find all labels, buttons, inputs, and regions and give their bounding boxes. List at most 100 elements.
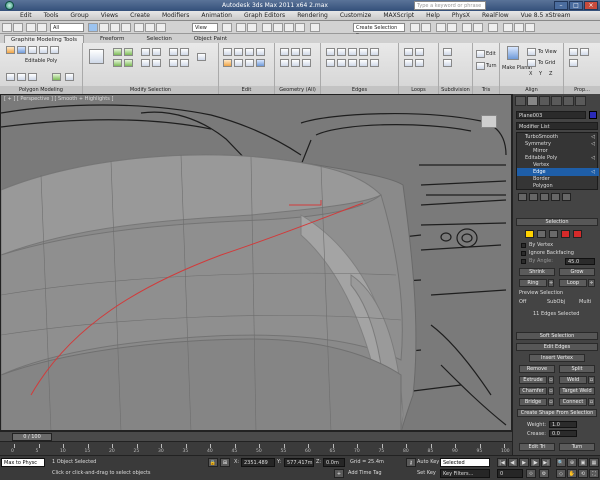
create-tab-icon[interactable]: [515, 96, 526, 106]
spin-edge-icon[interactable]: [359, 59, 368, 67]
edge-remove-icon[interactable]: [326, 59, 335, 67]
set-flow-icon[interactable]: [415, 59, 424, 67]
track-bar[interactable]: 0 5 10 15 20 25 30 35 40 45 50 55 60 65 70 75 80 85 90 95 10…: [0, 441, 512, 455]
align-z-button[interactable]: Z: [549, 71, 552, 77]
create-icon[interactable]: [291, 48, 300, 56]
align-icon[interactable]: [421, 23, 431, 32]
zoom-extents-icon[interactable]: ▣: [578, 458, 588, 467]
percent-snap-icon[interactable]: [284, 23, 294, 32]
pivot-icon[interactable]: [222, 23, 232, 32]
show-end-result-icon[interactable]: [17, 73, 26, 81]
redo-icon[interactable]: [13, 23, 23, 32]
bridge-settings-icon[interactable]: ▫: [548, 398, 554, 406]
toggle-command-panel-icon[interactable]: [65, 73, 74, 81]
by-vertex-checkbox[interactable]: [521, 243, 526, 248]
graphite-toggle-icon[interactable]: [447, 23, 457, 32]
target-weld-button[interactable]: Target Weld: [559, 387, 595, 395]
menu-vue[interactable]: Vue 8.5 xStream: [521, 12, 571, 19]
remove-loop-icon[interactable]: [404, 59, 413, 67]
time-slider-handle[interactable]: 0 / 100: [12, 433, 52, 441]
viewport-label[interactable]: [ + ] [ Perspective ] [ Smooth + Highlig…: [4, 96, 113, 102]
menu-edit[interactable]: Edit: [20, 12, 32, 19]
unlink-icon[interactable]: [37, 23, 47, 32]
absolute-mode-icon[interactable]: ⊞: [220, 458, 230, 467]
curve-editor-icon[interactable]: [462, 23, 472, 32]
connect-button[interactable]: Connect: [559, 398, 587, 406]
layer-manager-icon[interactable]: [436, 23, 446, 32]
hard-icon[interactable]: [569, 48, 578, 56]
shrink-button[interactable]: Shrink: [519, 268, 555, 276]
extrude-button[interactable]: Extrude: [519, 376, 547, 384]
pin-stack-icon[interactable]: [518, 193, 527, 201]
edit-tris-icon[interactable]: [476, 50, 485, 58]
x-coord-field[interactable]: 2351.489: [241, 458, 275, 467]
ring-select-icon[interactable]: [113, 48, 122, 56]
loop-button[interactable]: Loop: [559, 279, 587, 287]
stack-item-polygon[interactable]: Polygon: [517, 182, 599, 190]
motion-tab-icon[interactable]: [551, 96, 562, 106]
loop-grow-icon[interactable]: [124, 59, 133, 67]
element-subobject-icon[interactable]: [573, 230, 582, 238]
render-setup-icon[interactable]: [503, 23, 513, 32]
modify-selection-label[interactable]: Modify Selection: [83, 86, 218, 94]
create-shape-button[interactable]: Create Shape From Selection: [517, 409, 597, 417]
make-unique-icon[interactable]: [540, 193, 549, 201]
detach-icon[interactable]: [280, 59, 289, 67]
show-end-result-icon[interactable]: [529, 193, 538, 201]
chamfer-button[interactable]: Chamfer: [519, 387, 547, 395]
selection-rollout-header[interactable]: Selection: [516, 218, 598, 226]
make-planar-icon[interactable]: [507, 46, 519, 60]
orbit-icon[interactable]: ⟲: [578, 469, 588, 478]
window-crossing-icon[interactable]: [121, 23, 131, 32]
insert-vertex-button[interactable]: Insert Vertex: [529, 354, 585, 362]
edge-extrude-icon[interactable]: [326, 48, 335, 56]
rect-selection-icon[interactable]: [110, 23, 120, 32]
to-view-icon[interactable]: [527, 48, 536, 56]
dot-ring-icon[interactable]: [152, 59, 161, 67]
step-loop-icon[interactable]: [180, 59, 189, 67]
z-coord-field[interactable]: 0.0m: [323, 458, 345, 467]
edge-connect-icon[interactable]: [348, 59, 357, 67]
relax-icon[interactable]: [280, 48, 289, 56]
viewcube-icon[interactable]: [481, 115, 497, 128]
smooth-30-icon[interactable]: [569, 59, 578, 67]
next-frame-icon[interactable]: |▶: [530, 458, 540, 467]
create-shape-icon[interactable]: [370, 59, 379, 67]
ring-button[interactable]: Ring: [519, 279, 547, 287]
time-config-icon[interactable]: ⚙: [539, 469, 549, 478]
vertex-subobject-icon[interactable]: [525, 230, 534, 238]
key-filters-button[interactable]: Key Filters...: [440, 469, 490, 478]
rotate-icon[interactable]: [145, 23, 155, 32]
maxscript-listener-field[interactable]: Max to Physc: [1, 458, 45, 467]
use-stack-icon[interactable]: [6, 73, 15, 81]
weld-settings-icon[interactable]: ▫: [588, 376, 595, 384]
geometry-label[interactable]: Geometry (All): [275, 86, 320, 94]
by-angle-spinner[interactable]: 45.0: [565, 258, 595, 265]
crease-spinner[interactable]: 0.0: [549, 430, 577, 437]
schematic-view-icon[interactable]: [473, 23, 483, 32]
remove-button[interactable]: Remove: [519, 365, 555, 373]
ring-spinner[interactable]: ÷: [548, 279, 554, 287]
target-weld-icon[interactable]: [359, 48, 368, 56]
loop-spinner[interactable]: ÷: [588, 279, 595, 287]
selection-filter-dropdown[interactable]: All: [50, 23, 84, 32]
turn-button[interactable]: Turn: [559, 443, 595, 451]
split-button[interactable]: Split: [559, 365, 595, 373]
edit-tri-button[interactable]: Edit Tri: [519, 443, 555, 451]
set-key-button[interactable]: Set Key: [417, 470, 436, 476]
extrude-settings-icon[interactable]: ▫: [548, 376, 554, 384]
close-button[interactable]: ×: [584, 1, 598, 10]
menu-animation[interactable]: Animation: [201, 12, 232, 19]
swiftloop-icon[interactable]: [245, 48, 254, 56]
go-to-start-icon[interactable]: |◀: [497, 458, 507, 467]
minimize-button[interactable]: –: [554, 1, 568, 10]
quadrify-icon[interactable]: [302, 59, 311, 67]
border-subobject-icon[interactable]: [549, 230, 558, 238]
select-object-icon[interactable]: [88, 23, 98, 32]
named-selection-dropdown[interactable]: Create Selection Se: [353, 23, 405, 39]
edit-edges-rollout-header[interactable]: Edit Edges: [516, 343, 598, 351]
bridge-button[interactable]: Bridge: [519, 398, 547, 406]
loops-label[interactable]: Loops: [399, 86, 438, 94]
link-icon[interactable]: [26, 23, 36, 32]
edit-label[interactable]: Edit: [219, 86, 274, 94]
